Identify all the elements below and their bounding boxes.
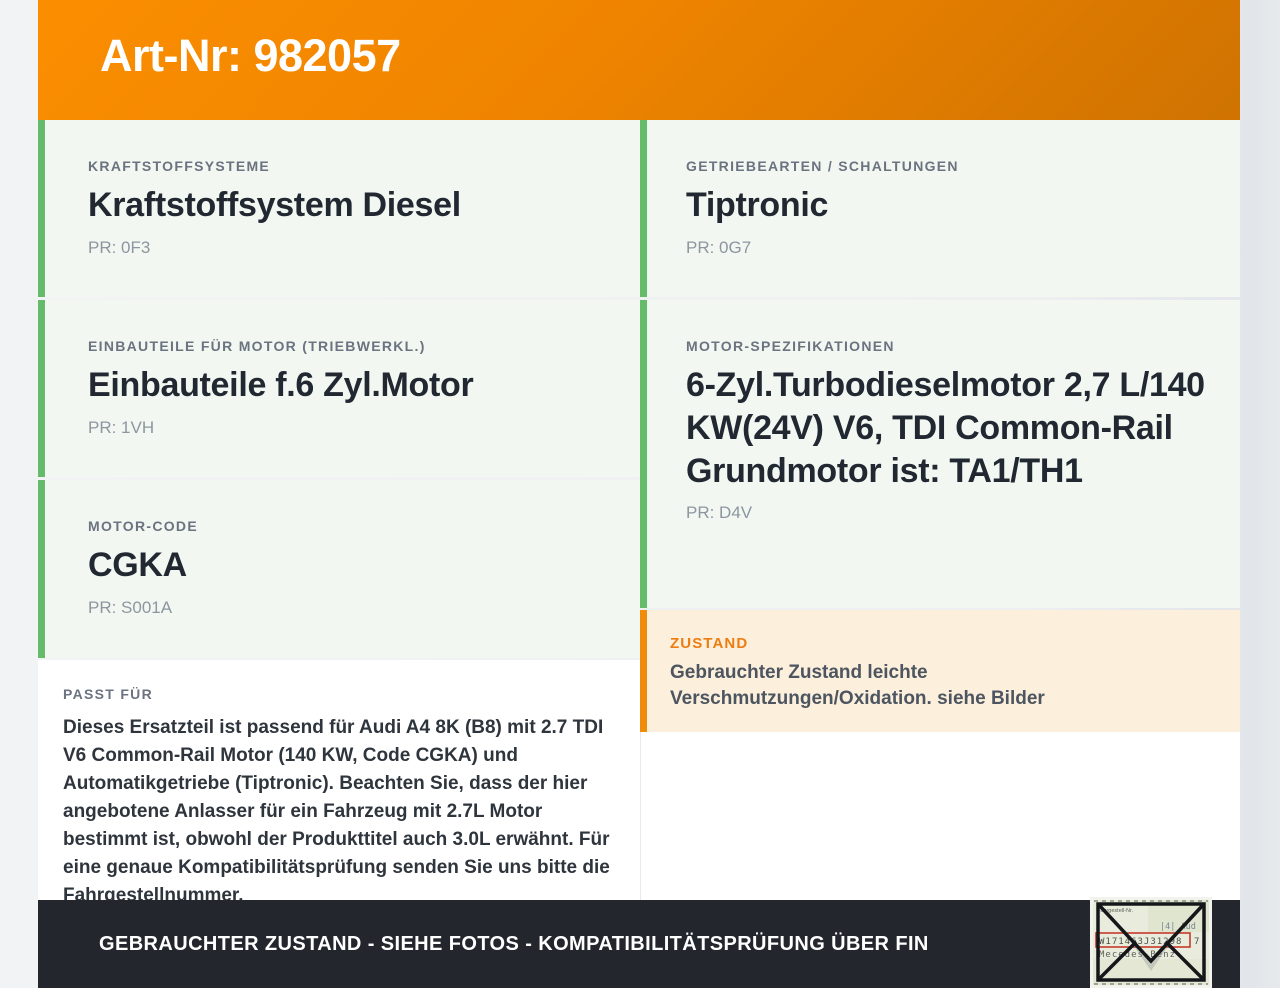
doc-line2: Mecedes-Benz xyxy=(1099,950,1176,960)
article-header: Art-Nr: 982057 xyxy=(38,0,1240,120)
column-right: GETRIEBEARTEN / SCHALTUNGEN Tiptronic PR… xyxy=(640,120,1240,900)
card-einbauteile: EINBAUTEILE FÜR MOTOR (TRIEBWERKL.) Einb… xyxy=(38,300,640,477)
fin-suffix: 7 xyxy=(1194,937,1199,947)
card-value: Einbauteile f.6 Zyl.Motor xyxy=(88,364,616,407)
card-zustand: ZUSTAND Gebrauchter Zustand leichte Vers… xyxy=(640,610,1240,732)
card-motor-spezifikationen: MOTOR-SPEZIFIKATIONEN 6-Zyl.Turbodieselm… xyxy=(640,300,1240,608)
spec-grid: KRAFTSTOFFSYSTEME Kraftstoffsystem Diese… xyxy=(38,120,1240,900)
compatibility-description: Dieses Ersatzteil ist passend für Audi A… xyxy=(63,714,626,900)
pr-code: PR: 1VH xyxy=(88,418,616,438)
card-label: KRAFTSTOFFSYSTEME xyxy=(88,158,616,174)
card-label: PASST FÜR xyxy=(63,686,626,702)
footer-notice-text: GEBRAUCHTER ZUSTAND - SIEHE FOTOS - KOMP… xyxy=(99,933,929,956)
pr-code: PR: D4V xyxy=(686,503,1216,523)
card-label: MOTOR-CODE xyxy=(88,518,616,534)
card-label: ZUSTAND xyxy=(670,635,1220,652)
column-left: KRAFTSTOFFSYSTEME Kraftstoffsystem Diese… xyxy=(38,120,640,900)
empty-panel xyxy=(640,732,1240,900)
pr-code: PR: S001A xyxy=(88,598,616,618)
card-value: Tiptronic xyxy=(686,184,1216,227)
card-value: 6-Zyl.Turbodieselmotor 2,7 L/140 KW(24V)… xyxy=(686,364,1216,492)
article-number-title: Art-Nr: 982057 xyxy=(100,30,401,82)
footer-banner: GEBRAUCHTER ZUSTAND - SIEHE FOTOS - KOMP… xyxy=(38,900,1240,988)
card-value: CGKA xyxy=(88,544,616,587)
card-passt-fuer: PASST FÜR Dieses Ersatzteil ist passend … xyxy=(38,660,640,900)
card-value: Kraftstoffsystem Diesel xyxy=(88,184,616,227)
condition-description: Gebrauchter Zustand leichte Verschmutzun… xyxy=(670,660,1190,712)
card-motor-code: MOTOR-CODE CGKA PR: S001A xyxy=(38,480,640,658)
card-getriebearten: GETRIEBEARTEN / SCHALTUNGEN Tiptronic PR… xyxy=(640,120,1240,297)
pr-code: PR: 0F3 xyxy=(88,238,616,258)
envelope-fin-document-image: Fahrgestell-Nr. |4| Aud W171463J31298 7 … xyxy=(1090,897,1212,988)
card-label: EINBAUTEILE FÜR MOTOR (TRIEBWERKL.) xyxy=(88,338,616,354)
pr-code: PR: 0G7 xyxy=(686,238,1216,258)
card-label: GETRIEBEARTEN / SCHALTUNGEN xyxy=(686,158,1216,174)
card-label: MOTOR-SPEZIFIKATIONEN xyxy=(686,338,1216,354)
card-kraftstoffsysteme: KRAFTSTOFFSYSTEME Kraftstoffsystem Diese… xyxy=(38,120,640,297)
product-listing-page: Art-Nr: 982057 KRAFTSTOFFSYSTEME Kraftst… xyxy=(38,0,1240,988)
